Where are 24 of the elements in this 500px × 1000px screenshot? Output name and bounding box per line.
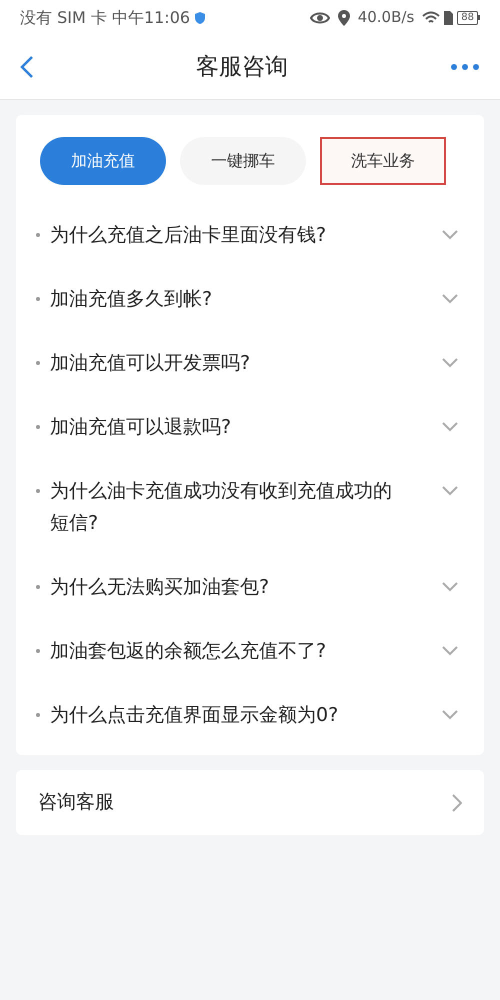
back-icon[interactable] [20, 55, 34, 79]
contact-row[interactable]: 咨询客服 [16, 770, 484, 835]
faq-item[interactable]: 加油充值多久到帐? [16, 267, 484, 331]
category-tab[interactable]: 加油充值 [40, 137, 166, 185]
sim-icon [444, 10, 454, 24]
faq-item[interactable]: 为什么无法购买加油套包? [16, 555, 484, 619]
eye-icon [310, 10, 330, 24]
chevron-right-icon [452, 794, 462, 812]
status-time: 没有 SIM 卡 中午11:06 [20, 6, 190, 28]
wifi-icon [422, 10, 440, 24]
faq-item[interactable]: 加油套包返的余额怎么充值不了? [16, 619, 484, 683]
faq-item[interactable]: 加油充值可以开发票吗? [16, 331, 484, 395]
category-tab[interactable]: 一键挪车 [180, 137, 306, 185]
network-speed: 40.0B/s [358, 7, 414, 28]
location-icon [338, 10, 350, 26]
category-tab[interactable]: 洗车业务 [320, 137, 446, 185]
faq-item[interactable]: 加油充值可以退款吗? [16, 395, 484, 459]
shield-icon [194, 10, 206, 24]
battery-icon: 88 [457, 10, 480, 24]
page-title: 客服咨询 [195, 52, 289, 82]
faq-item[interactable]: 为什么油卡充值成功没有收到充值成功的短信? [16, 459, 484, 555]
faq-item[interactable]: 为什么充值之后油卡里面没有钱? [16, 203, 484, 267]
more-icon[interactable] [450, 63, 480, 71]
faq-item[interactable]: 为什么点击充值界面显示金额为0? [16, 683, 484, 747]
